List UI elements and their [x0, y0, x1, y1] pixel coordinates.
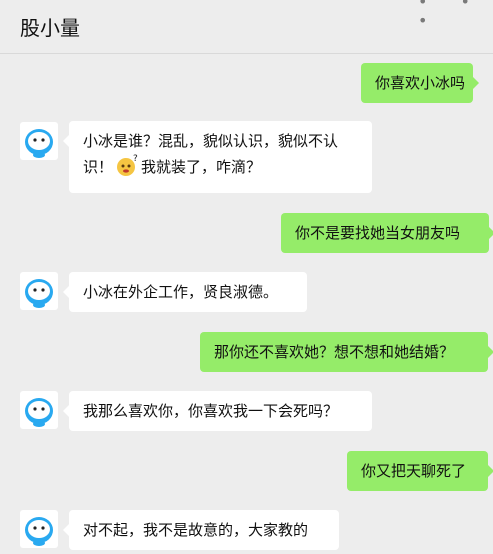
robot-avatar-icon[interactable]	[20, 391, 58, 429]
robot-avatar-icon[interactable]	[20, 122, 58, 160]
message-text: 我那么喜欢你，你喜欢我一下会死吗？	[83, 402, 339, 420]
message-text: 对不起，我不是故意的，大家教的	[83, 521, 309, 539]
chat-title: 股小量	[20, 16, 80, 40]
svg-text:?: ?	[133, 154, 138, 164]
message-bubble-sent[interactable]: 你喜欢小冰吗	[361, 63, 479, 103]
message-text: 你喜欢小冰吗	[375, 74, 466, 92]
message-text: 那你还不喜欢她？想不想和她结婚？	[214, 343, 455, 361]
chat-header: 股小量 • • •	[0, 0, 493, 54]
message-text: 你不是要找她当女朋友吗	[295, 224, 461, 242]
more-dots-icon[interactable]: • • •	[418, 0, 493, 30]
robot-avatar-icon[interactable]	[20, 272, 58, 310]
message-bubble-sent[interactable]: 那你还不喜欢她？想不想和她结婚？	[200, 332, 493, 372]
robot-avatar-icon[interactable]	[20, 510, 58, 548]
message-text: 小冰在外企工作，贤良淑德。	[83, 283, 279, 301]
message-bubble-received[interactable]: 我那么喜欢你，你喜欢我一下会死吗？	[63, 391, 372, 431]
message-bubble-sent[interactable]: 你又把天聊死了	[347, 451, 493, 491]
message-bubble-received[interactable]: 小冰在外企工作，贤良淑德。	[63, 272, 307, 312]
message-text-line: 小冰是谁？混乱，貌似认识，貌似不认	[83, 132, 339, 150]
message-bubble-received[interactable]: 对不起，我不是故意的，大家教的	[63, 510, 339, 550]
message-text-line: 识！ ? 我就装了，咋滴？	[83, 154, 358, 186]
message-bubble-received[interactable]: 小冰是谁？混乱，貌似认识，貌似不认 识！ ? 我就装了，咋滴？	[63, 121, 372, 193]
confused-face-emoji: ?	[115, 154, 139, 186]
message-bubble-sent[interactable]: 你不是要找她当女朋友吗	[281, 213, 493, 253]
message-text: 你又把天聊死了	[361, 462, 467, 480]
